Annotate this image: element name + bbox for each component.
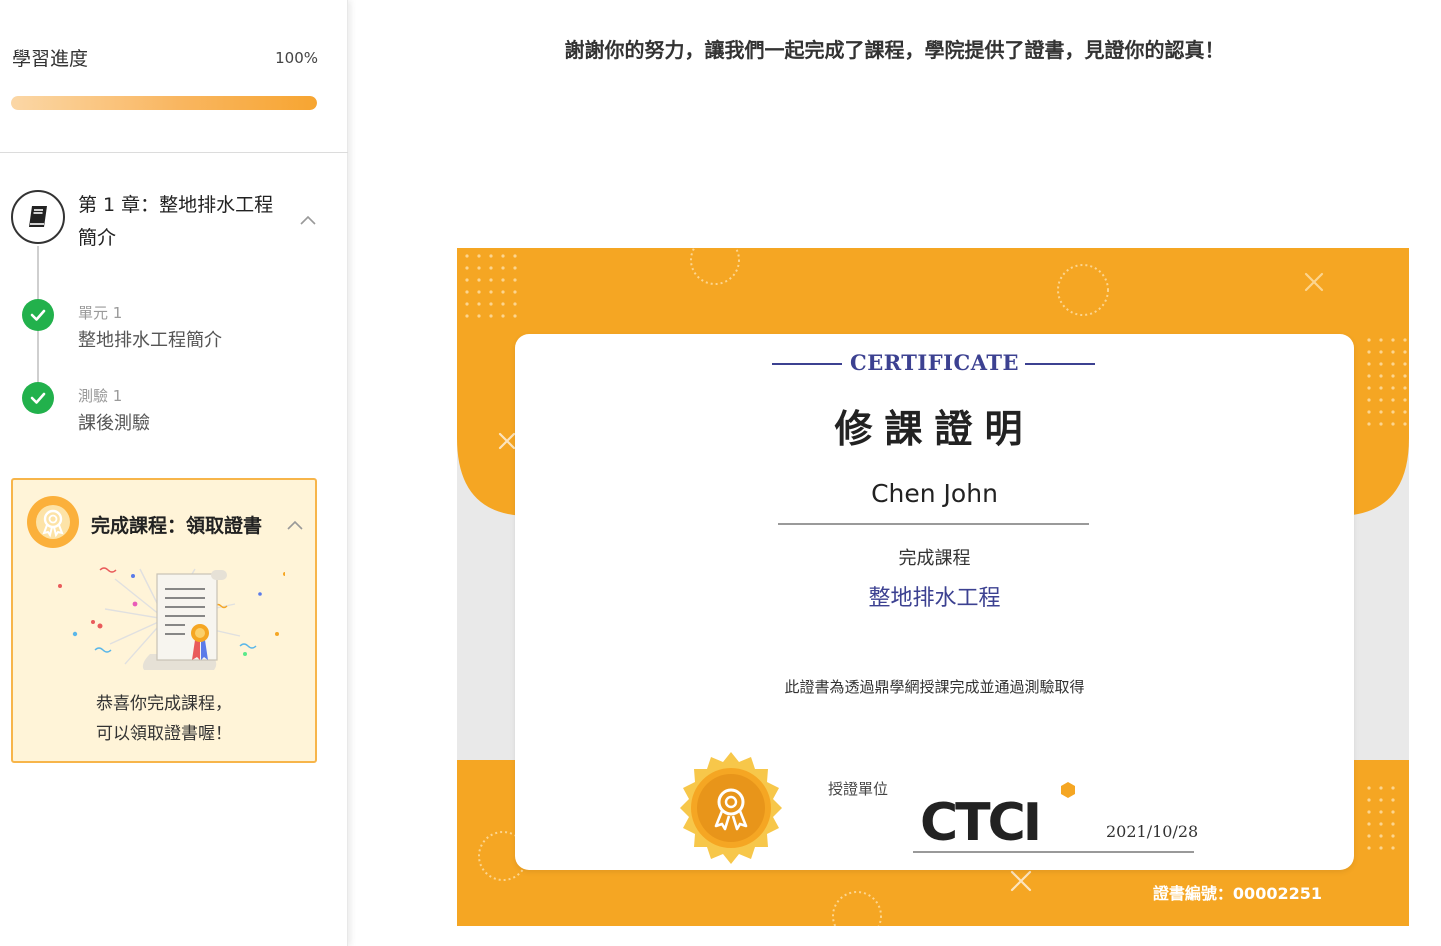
quiz-title: 課後測驗: [78, 413, 150, 434]
learning-progress: 學習進度 100%: [0, 0, 348, 153]
check-icon: [22, 382, 54, 414]
progress-bar-fill: [11, 96, 317, 110]
chevron-up-icon[interactable]: [298, 211, 318, 231]
certificate-scroll-illustration: [45, 564, 287, 674]
progress-percent: 100%: [275, 49, 318, 67]
unit-item[interactable]: 單元 1 整地排水工程簡介: [0, 295, 348, 355]
finish-message-line2: 可以領取證書喔！: [96, 724, 232, 744]
certificate: CERTIFICATE 修課證明 Chen John 完成課程 整地排水工程 此…: [457, 248, 1409, 926]
name-underline: [778, 523, 1089, 525]
progress-bar: [11, 96, 317, 110]
quiz-item[interactable]: 測驗 1 課後測驗: [0, 377, 348, 437]
finish-title: 完成課程：領取證書: [91, 515, 263, 537]
certificate-note: 此證書為透過鼎學網授課完成並通過測驗取得: [784, 678, 1085, 696]
certificate-serial: 證書編號：00002251: [1152, 884, 1322, 903]
certificate-heading-zh: 修課證明: [834, 407, 1035, 451]
finish-message: 恭喜你完成課程， 可以領取證書喔！: [13, 689, 315, 749]
award-icon: [27, 496, 79, 548]
signature-line: [913, 851, 1194, 853]
ctci-logo: CTCI: [918, 780, 1088, 853]
book-icon: [11, 190, 65, 244]
finish-course-card[interactable]: 完成課程：領取證書 恭喜你完成課程， 可以領取證書喔！: [11, 478, 317, 763]
certificate-heading-en: CERTIFICATE: [850, 350, 1019, 375]
issuer-label: 授證單位: [828, 780, 889, 798]
heading-rule-right: [1025, 363, 1095, 365]
unit-type: 單元 1: [78, 304, 123, 322]
course-name: 整地排水工程: [868, 586, 1001, 611]
chapter-title[interactable]: 第 1 章：整地排水工程簡介: [78, 189, 288, 255]
quiz-type: 測驗 1: [78, 387, 123, 405]
finish-message-line1: 恭喜你完成課程，: [96, 694, 232, 714]
progress-label: 學習進度: [12, 48, 89, 70]
svg-text:CTCI: CTCI: [920, 793, 1039, 850]
unit-title: 整地排水工程簡介: [78, 330, 222, 351]
chevron-up-icon[interactable]: [285, 516, 305, 536]
check-icon: [22, 299, 54, 331]
issue-date: 2021/10/28: [1106, 822, 1199, 841]
thank-you-message: 謝謝你的努力，讓我們一起完成了課程，學院提供了證書，見證你的認真！: [564, 38, 1225, 62]
certificate-card: CERTIFICATE 修課證明 Chen John 完成課程 整地排水工程 此…: [515, 334, 1354, 870]
course-sidebar: 學習進度 100% 第 1 章：整地排水工程簡介 單元 1 整地排水工程簡介 測…: [0, 0, 348, 946]
award-seal-icon: [671, 748, 791, 868]
recipient-name: Chen John: [871, 479, 998, 508]
completed-label: 完成課程: [898, 548, 971, 569]
